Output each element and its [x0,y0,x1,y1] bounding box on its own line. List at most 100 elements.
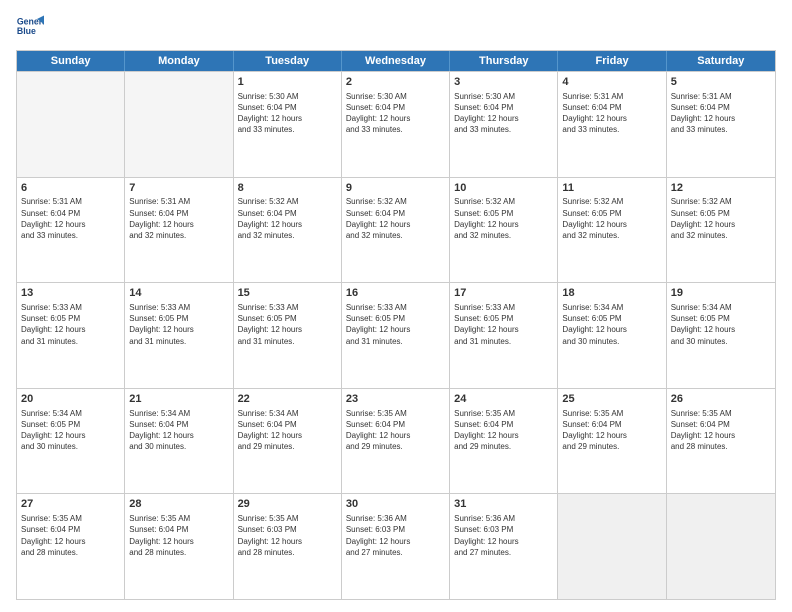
day-number: 1 [238,75,337,90]
cell-info: Sunrise: 5:35 AM Sunset: 6:04 PM Dayligh… [129,513,228,558]
day-number: 6 [21,181,120,196]
cell-info: Sunrise: 5:36 AM Sunset: 6:03 PM Dayligh… [454,513,553,558]
weekday-header: Monday [125,51,233,71]
cell-info: Sunrise: 5:35 AM Sunset: 6:04 PM Dayligh… [671,408,771,453]
day-number: 22 [238,392,337,407]
day-number: 10 [454,181,553,196]
calendar-cell: 11Sunrise: 5:32 AM Sunset: 6:05 PM Dayli… [558,178,666,283]
calendar-cell: 14Sunrise: 5:33 AM Sunset: 6:05 PM Dayli… [125,283,233,388]
weekday-header: Tuesday [234,51,342,71]
calendar-cell [17,72,125,177]
calendar-cell: 29Sunrise: 5:35 AM Sunset: 6:03 PM Dayli… [234,494,342,599]
calendar-row: 27Sunrise: 5:35 AM Sunset: 6:04 PM Dayli… [17,493,775,599]
calendar-cell: 2Sunrise: 5:30 AM Sunset: 6:04 PM Daylig… [342,72,450,177]
cell-info: Sunrise: 5:34 AM Sunset: 6:05 PM Dayligh… [671,302,771,347]
calendar-cell: 13Sunrise: 5:33 AM Sunset: 6:05 PM Dayli… [17,283,125,388]
cell-info: Sunrise: 5:33 AM Sunset: 6:05 PM Dayligh… [238,302,337,347]
cell-info: Sunrise: 5:32 AM Sunset: 6:05 PM Dayligh… [671,196,771,241]
cell-info: Sunrise: 5:34 AM Sunset: 6:05 PM Dayligh… [21,408,120,453]
calendar: SundayMondayTuesdayWednesdayThursdayFrid… [16,50,776,600]
day-number: 15 [238,286,337,301]
day-number: 14 [129,286,228,301]
cell-info: Sunrise: 5:33 AM Sunset: 6:05 PM Dayligh… [21,302,120,347]
logo: General Blue [16,12,47,40]
calendar-cell: 18Sunrise: 5:34 AM Sunset: 6:05 PM Dayli… [558,283,666,388]
calendar-body: 1Sunrise: 5:30 AM Sunset: 6:04 PM Daylig… [17,71,775,599]
calendar-cell: 16Sunrise: 5:33 AM Sunset: 6:05 PM Dayli… [342,283,450,388]
day-number: 12 [671,181,771,196]
day-number: 19 [671,286,771,301]
cell-info: Sunrise: 5:30 AM Sunset: 6:04 PM Dayligh… [454,91,553,136]
day-number: 29 [238,497,337,512]
cell-info: Sunrise: 5:34 AM Sunset: 6:04 PM Dayligh… [238,408,337,453]
cell-info: Sunrise: 5:35 AM Sunset: 6:04 PM Dayligh… [21,513,120,558]
cell-info: Sunrise: 5:31 AM Sunset: 6:04 PM Dayligh… [21,196,120,241]
cell-info: Sunrise: 5:32 AM Sunset: 6:05 PM Dayligh… [454,196,553,241]
calendar-cell: 15Sunrise: 5:33 AM Sunset: 6:05 PM Dayli… [234,283,342,388]
cell-info: Sunrise: 5:31 AM Sunset: 6:04 PM Dayligh… [671,91,771,136]
page: General Blue SundayMondayTuesdayWednesda… [0,0,792,612]
cell-info: Sunrise: 5:35 AM Sunset: 6:04 PM Dayligh… [562,408,661,453]
day-number: 5 [671,75,771,90]
cell-info: Sunrise: 5:34 AM Sunset: 6:04 PM Dayligh… [129,408,228,453]
day-number: 30 [346,497,445,512]
day-number: 25 [562,392,661,407]
day-number: 3 [454,75,553,90]
day-number: 18 [562,286,661,301]
weekday-header: Friday [558,51,666,71]
calendar-cell: 22Sunrise: 5:34 AM Sunset: 6:04 PM Dayli… [234,389,342,494]
cell-info: Sunrise: 5:33 AM Sunset: 6:05 PM Dayligh… [346,302,445,347]
calendar-cell: 30Sunrise: 5:36 AM Sunset: 6:03 PM Dayli… [342,494,450,599]
calendar-cell: 7Sunrise: 5:31 AM Sunset: 6:04 PM Daylig… [125,178,233,283]
svg-text:Blue: Blue [17,26,36,36]
calendar-row: 20Sunrise: 5:34 AM Sunset: 6:05 PM Dayli… [17,388,775,494]
calendar-cell: 3Sunrise: 5:30 AM Sunset: 6:04 PM Daylig… [450,72,558,177]
logo-icon: General Blue [16,12,44,40]
cell-info: Sunrise: 5:31 AM Sunset: 6:04 PM Dayligh… [129,196,228,241]
day-number: 21 [129,392,228,407]
calendar-cell: 26Sunrise: 5:35 AM Sunset: 6:04 PM Dayli… [667,389,775,494]
weekday-header: Sunday [17,51,125,71]
cell-info: Sunrise: 5:35 AM Sunset: 6:03 PM Dayligh… [238,513,337,558]
day-number: 31 [454,497,553,512]
cell-info: Sunrise: 5:33 AM Sunset: 6:05 PM Dayligh… [454,302,553,347]
weekday-header: Thursday [450,51,558,71]
weekday-header: Wednesday [342,51,450,71]
calendar-cell [125,72,233,177]
day-number: 17 [454,286,553,301]
calendar-row: 6Sunrise: 5:31 AM Sunset: 6:04 PM Daylig… [17,177,775,283]
day-number: 2 [346,75,445,90]
cell-info: Sunrise: 5:30 AM Sunset: 6:04 PM Dayligh… [238,91,337,136]
cell-info: Sunrise: 5:32 AM Sunset: 6:04 PM Dayligh… [346,196,445,241]
calendar-cell: 10Sunrise: 5:32 AM Sunset: 6:05 PM Dayli… [450,178,558,283]
calendar-cell: 23Sunrise: 5:35 AM Sunset: 6:04 PM Dayli… [342,389,450,494]
day-number: 11 [562,181,661,196]
cell-info: Sunrise: 5:32 AM Sunset: 6:05 PM Dayligh… [562,196,661,241]
day-number: 28 [129,497,228,512]
cell-info: Sunrise: 5:33 AM Sunset: 6:05 PM Dayligh… [129,302,228,347]
calendar-cell: 4Sunrise: 5:31 AM Sunset: 6:04 PM Daylig… [558,72,666,177]
day-number: 9 [346,181,445,196]
day-number: 27 [21,497,120,512]
calendar-cell: 28Sunrise: 5:35 AM Sunset: 6:04 PM Dayli… [125,494,233,599]
calendar-cell: 9Sunrise: 5:32 AM Sunset: 6:04 PM Daylig… [342,178,450,283]
calendar-cell: 5Sunrise: 5:31 AM Sunset: 6:04 PM Daylig… [667,72,775,177]
header: General Blue [16,12,776,40]
calendar-row: 13Sunrise: 5:33 AM Sunset: 6:05 PM Dayli… [17,282,775,388]
day-number: 4 [562,75,661,90]
cell-info: Sunrise: 5:36 AM Sunset: 6:03 PM Dayligh… [346,513,445,558]
cell-info: Sunrise: 5:35 AM Sunset: 6:04 PM Dayligh… [346,408,445,453]
calendar-cell: 27Sunrise: 5:35 AM Sunset: 6:04 PM Dayli… [17,494,125,599]
calendar-row: 1Sunrise: 5:30 AM Sunset: 6:04 PM Daylig… [17,71,775,177]
cell-info: Sunrise: 5:35 AM Sunset: 6:04 PM Dayligh… [454,408,553,453]
cell-info: Sunrise: 5:34 AM Sunset: 6:05 PM Dayligh… [562,302,661,347]
calendar-header: SundayMondayTuesdayWednesdayThursdayFrid… [17,51,775,71]
day-number: 24 [454,392,553,407]
cell-info: Sunrise: 5:30 AM Sunset: 6:04 PM Dayligh… [346,91,445,136]
calendar-cell: 12Sunrise: 5:32 AM Sunset: 6:05 PM Dayli… [667,178,775,283]
day-number: 26 [671,392,771,407]
calendar-cell: 6Sunrise: 5:31 AM Sunset: 6:04 PM Daylig… [17,178,125,283]
calendar-cell: 21Sunrise: 5:34 AM Sunset: 6:04 PM Dayli… [125,389,233,494]
calendar-cell: 31Sunrise: 5:36 AM Sunset: 6:03 PM Dayli… [450,494,558,599]
day-number: 16 [346,286,445,301]
